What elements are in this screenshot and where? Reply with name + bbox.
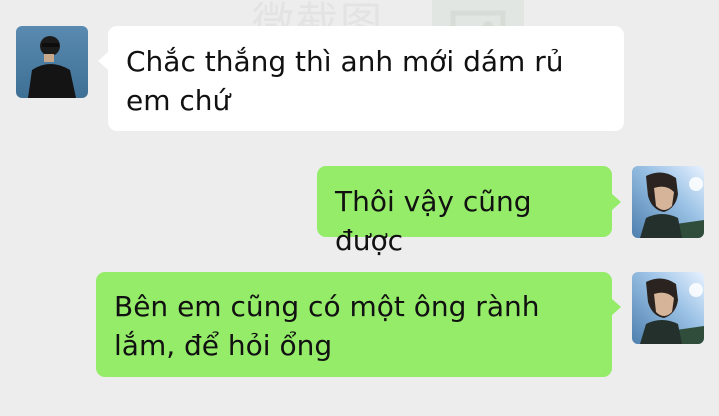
- contact-avatar[interactable]: [16, 26, 88, 98]
- message-bubble-outgoing[interactable]: Thôi vậy cũng được: [317, 166, 612, 257]
- avatar-photo: [632, 272, 704, 344]
- avatar-photo: [16, 26, 88, 98]
- message-text: Thôi vậy cũng được: [335, 185, 532, 257]
- message-text: Bên em cũng có một ông rành lắm, để hỏi …: [114, 290, 540, 362]
- avatar-photo: [632, 166, 704, 238]
- message-text: Chắc thắng thì anh mới dám rủ em chứ: [126, 45, 564, 117]
- message-bubble-outgoing[interactable]: Bên em cũng có một ông rành lắm, để hỏi …: [96, 272, 612, 377]
- my-avatar[interactable]: [632, 166, 704, 238]
- message-bubble-incoming[interactable]: Chắc thắng thì anh mới dám rủ em chứ: [108, 26, 624, 131]
- bubble-tail: [611, 193, 621, 211]
- my-avatar[interactable]: [632, 272, 704, 344]
- bubble-tail: [98, 52, 108, 70]
- bubble-tail: [611, 298, 621, 316]
